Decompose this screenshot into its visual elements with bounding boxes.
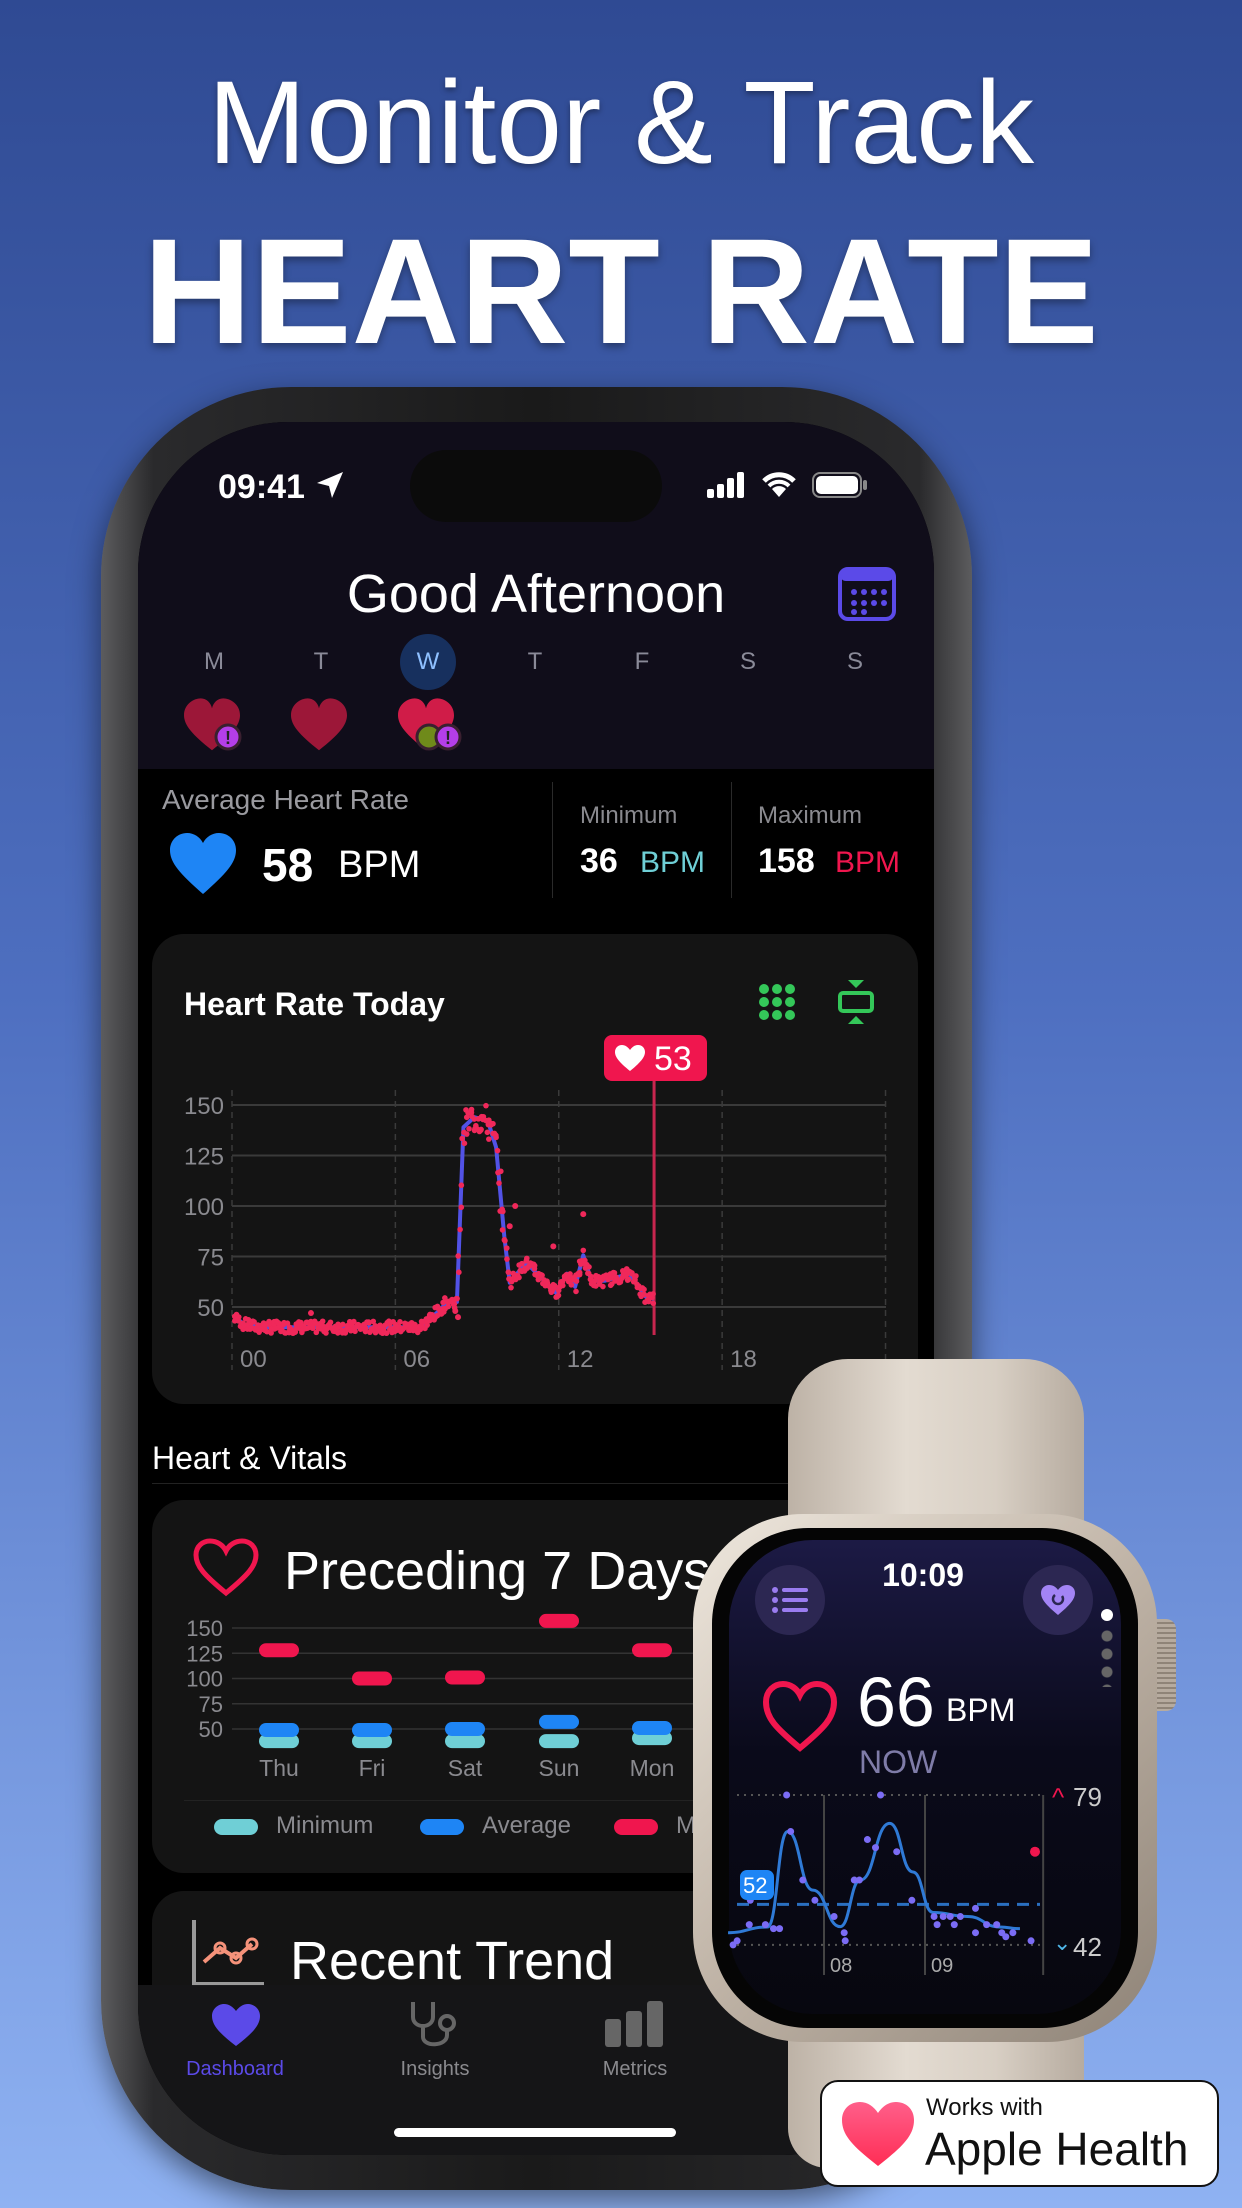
sample-point bbox=[863, 1836, 871, 1844]
watch-heart-chart: 08 09 bbox=[728, 1791, 1045, 1977]
sample-point bbox=[733, 1937, 741, 1945]
sample-point bbox=[1027, 1937, 1035, 1945]
sample-point bbox=[855, 1876, 863, 1884]
sample-point bbox=[939, 1913, 947, 1920]
sample-point bbox=[840, 1929, 848, 1937]
sample-point bbox=[811, 1896, 819, 1904]
badge-line1: Works with bbox=[926, 2094, 1043, 2121]
badge-line2: Apple Health bbox=[925, 2123, 1189, 2175]
sample-point bbox=[830, 1913, 838, 1920]
sample-point bbox=[956, 1913, 964, 1920]
sample-point bbox=[877, 1791, 885, 1799]
sample-point bbox=[950, 1921, 958, 1929]
low-arrow-icon: ⌄ bbox=[1053, 1930, 1072, 1955]
sample-point bbox=[770, 1925, 777, 1933]
sample-point bbox=[972, 1904, 979, 1912]
sample-point bbox=[783, 1791, 791, 1799]
x-tick-label: 08 bbox=[830, 1955, 852, 1977]
current-point bbox=[1029, 1846, 1040, 1857]
sample-point bbox=[872, 1844, 880, 1852]
x-tick-label: 09 bbox=[931, 1955, 953, 1977]
sample-point bbox=[787, 1827, 795, 1835]
avg-badge-value: 52 bbox=[743, 1873, 768, 1898]
apple-health-heart-icon bbox=[842, 2102, 914, 2166]
sample-point bbox=[993, 1921, 1001, 1929]
apple-health-badge: Works with Apple Health bbox=[820, 2080, 1219, 2187]
sample-point bbox=[841, 1937, 849, 1945]
sample-point bbox=[761, 1921, 769, 1929]
sample-point bbox=[946, 1913, 954, 1920]
sample-point bbox=[972, 1929, 979, 1937]
sample-point bbox=[1009, 1929, 1017, 1937]
sample-point bbox=[1002, 1933, 1010, 1941]
high-arrow-icon: ^ bbox=[1052, 1782, 1065, 1812]
sample-point bbox=[930, 1913, 938, 1920]
watch-low-value: 42 bbox=[1073, 1932, 1102, 1962]
sample-point bbox=[933, 1921, 941, 1929]
sample-point bbox=[745, 1921, 753, 1929]
sample-point bbox=[799, 1876, 807, 1884]
sample-point bbox=[893, 1848, 901, 1856]
sample-point bbox=[983, 1921, 991, 1929]
sample-point bbox=[776, 1925, 784, 1933]
sample-point bbox=[908, 1896, 916, 1904]
watch-avg-badge: 52 bbox=[740, 1870, 774, 1900]
watch-high-value: 79 bbox=[1073, 1782, 1102, 1812]
